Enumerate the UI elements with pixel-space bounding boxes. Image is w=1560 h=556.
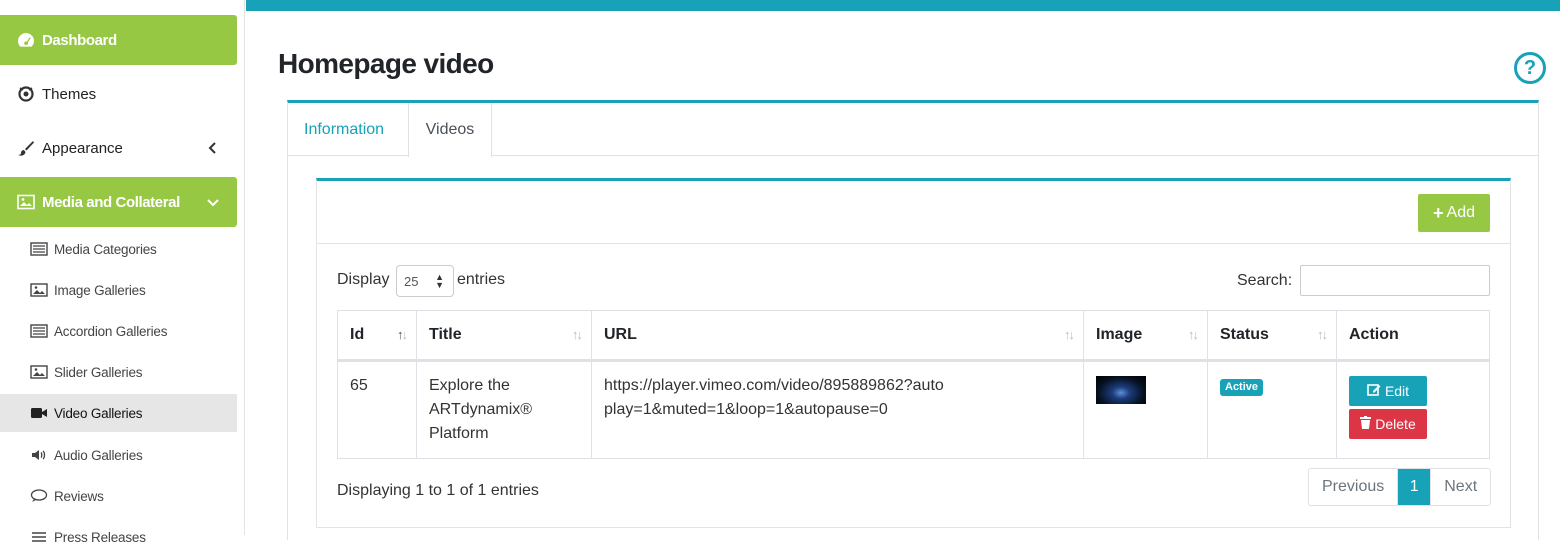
dashboard-icon [16, 30, 36, 50]
video-url: https://player.vimeo.com/video/895889862… [604, 377, 944, 418]
sort-icon: ↑↓ [1317, 327, 1328, 342]
page-1-button[interactable]: 1 [1398, 469, 1431, 505]
column-header-action: Action [1336, 310, 1490, 362]
search-input[interactable] [1300, 265, 1490, 296]
sidebar-item-label: Media and Collateral [42, 193, 180, 211]
column-header-url[interactable]: URL ↑↓ [591, 310, 1084, 362]
trash-icon [1360, 412, 1372, 436]
themes-icon [16, 84, 36, 104]
videos-table: Id ↑↓ Title ↑↓ URL ↑↓ Image ↑↓ Status ↑↓ Acti… [337, 310, 1490, 459]
sidebar-subitem-label: Media Categories [54, 241, 157, 257]
sidebar-subitem-label: Image Galleries [54, 282, 146, 298]
image-icon [30, 364, 48, 380]
sidebar-subitem-accordion-galleries[interactable]: Accordion Galleries [0, 312, 237, 350]
column-header-image[interactable]: Image ↑↓ [1083, 310, 1208, 362]
column-header-status[interactable]: Status ↑↓ [1207, 310, 1337, 362]
sort-icon: ↑↓ [1064, 327, 1075, 342]
cell-title: Explore the ARTdynamix® Platform [416, 360, 592, 459]
cell-status: Active [1207, 360, 1337, 459]
cell-image [1083, 360, 1208, 459]
delete-button[interactable]: Delete [1349, 409, 1427, 439]
select-arrows-icon: ▲ ▼ [435, 272, 444, 290]
sidebar-subitem-image-galleries[interactable]: Image Galleries [0, 271, 237, 309]
plus-icon: + [1433, 202, 1444, 223]
table-row: 65 Explore the ARTdynamix® Platform http… [337, 360, 1490, 459]
search-label: Search: [1237, 272, 1293, 289]
sidebar-subitem-media-categories[interactable]: Media Categories [0, 230, 237, 268]
sidebar-subitem-label: Reviews [54, 488, 104, 504]
help-icon[interactable]: ? [1514, 52, 1546, 84]
chevron-left-icon [203, 138, 223, 158]
sort-icon: ↑↓ [572, 327, 583, 342]
comment-icon [30, 488, 48, 504]
list-icon [30, 241, 48, 257]
edit-button-label: Edit [1384, 383, 1410, 399]
video-thumbnail [1096, 376, 1146, 404]
sidebar-subitem-label: Video Galleries [54, 405, 143, 421]
length-label: Display [337, 271, 390, 288]
status-badge: Active [1220, 379, 1264, 396]
sidebar-item-label: Appearance [42, 139, 123, 157]
videos-panel: + Add Display 25 ▲ ▼ entries Search: Id ↑↓… [316, 178, 1511, 528]
page-title: Homepage video [278, 48, 494, 79]
sort-icon: ↑↓ [1188, 327, 1199, 342]
sidebar-item-label: Themes [42, 85, 97, 103]
sidebar-item-dashboard[interactable]: Dashboard [0, 15, 237, 65]
sidebar-subitem-label: Press Releases [54, 529, 146, 545]
cell-url: https://player.vimeo.com/video/895889862… [591, 360, 1084, 459]
top-accent-bar [246, 0, 1560, 11]
previous-page-button[interactable]: Previous [1309, 469, 1399, 505]
tab-videos[interactable]: Videos [408, 103, 492, 157]
add-button-label: Add [1446, 204, 1475, 221]
list-icon [30, 323, 48, 339]
sidebar-subitem-reviews[interactable]: Reviews [0, 477, 237, 515]
page-length-select[interactable]: 25 ▲ ▼ [396, 265, 454, 297]
list-icon [30, 529, 48, 545]
sidebar-subitem-press-releases[interactable]: Press Releases [0, 518, 237, 556]
edit-button[interactable]: Edit [1349, 376, 1427, 406]
table-info: Displaying 1 to 1 of 1 entries [337, 482, 539, 499]
tab-information[interactable]: Information [288, 103, 400, 156]
volume-icon [30, 447, 48, 463]
panel-header: + Add [317, 181, 1510, 244]
sidebar-item-media-and-collateral[interactable]: Media and Collateral [0, 177, 237, 227]
next-page-button[interactable]: Next [1430, 469, 1490, 505]
sidebar-item-themes[interactable]: Themes [0, 69, 237, 119]
pagination: Previous 1 Next [1308, 468, 1492, 506]
sidebar: Dashboard Themes Appearance Media and Co… [0, 0, 245, 545]
cell-action: Edit Delete [1336, 360, 1490, 459]
sidebar-subitem-label: Slider Galleries [54, 364, 143, 380]
sidebar-subitem-label: Audio Galleries [54, 447, 143, 463]
cell-id: 65 [337, 360, 417, 459]
sidebar-subitem-label: Accordion Galleries [54, 323, 168, 339]
column-header-title[interactable]: Title ↑↓ [416, 310, 592, 362]
sidebar-subitem-audio-galleries[interactable]: Audio Galleries [0, 436, 237, 474]
content-card: Information Videos + Add Display 25 ▲ ▼ e… [287, 100, 1539, 540]
sidebar-subitem-slider-galleries[interactable]: Slider Galleries [0, 353, 237, 391]
delete-button-label: Delete [1375, 416, 1416, 432]
entries-label: entries [457, 271, 506, 288]
add-button[interactable]: + Add [1418, 194, 1490, 232]
sidebar-item-label: Dashboard [42, 31, 117, 49]
brush-icon [16, 138, 36, 158]
sidebar-subitem-video-galleries[interactable]: Video Galleries [0, 394, 237, 432]
image-icon [16, 192, 36, 212]
video-icon [30, 405, 48, 421]
tab-bar: Information Videos [288, 103, 1538, 157]
sort-asc-icon: ↑↓ [397, 327, 408, 342]
image-icon [30, 282, 48, 298]
page-length-value: 25 [404, 273, 419, 289]
sidebar-item-appearance[interactable]: Appearance [0, 123, 237, 173]
chevron-down-icon [203, 192, 223, 212]
edit-icon [1367, 379, 1381, 403]
column-header-id[interactable]: Id ↑↓ [337, 310, 417, 362]
